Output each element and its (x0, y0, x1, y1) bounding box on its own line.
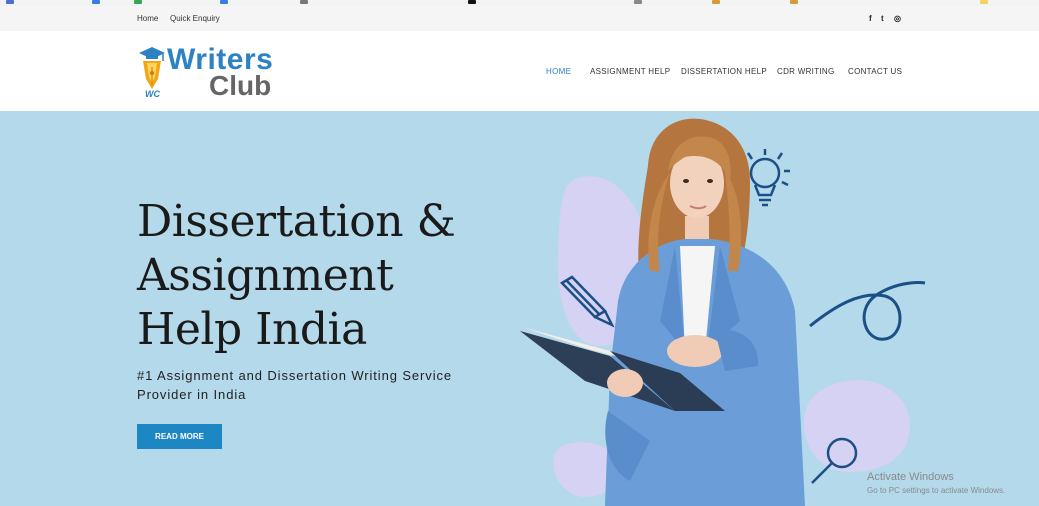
hero-headline: Dissertation & Assignment Help India (137, 195, 477, 357)
hero-banner: Dissertation & Assignment Help India #1 … (0, 111, 1039, 506)
headline-line-2: Assignment (137, 250, 394, 301)
decorative-blob (803, 379, 910, 472)
site-header: WC Writers Club HOME ASSIGNMENT HELP DIS… (0, 31, 1039, 111)
topbar-link-quick-enquiry[interactable]: Quick Enquiry (170, 14, 220, 23)
bookmark-icon[interactable] (712, 0, 720, 4)
nav-cdr-writing[interactable]: CDR WRITING (777, 67, 835, 76)
watermark-title: Activate Windows (867, 471, 954, 483)
nav-contact-us[interactable]: CONTACT US (848, 67, 902, 76)
topbar-link-home[interactable]: Home (137, 14, 158, 23)
nav-dissertation-help[interactable]: DISSERTATION HELP (681, 67, 767, 76)
headline-line-3: Help India (137, 304, 367, 355)
windows-activation-watermark: Activate Windows Go to PC settings to ac… (867, 471, 1005, 495)
lightbulb-icon (746, 149, 790, 207)
facebook-icon[interactable]: f (869, 14, 872, 23)
twitter-icon[interactable]: t (881, 14, 884, 23)
logo-monogram: WC (145, 89, 160, 99)
decorative-swirl (809, 281, 926, 341)
nav-home[interactable]: HOME (546, 67, 571, 76)
bookmark-icon[interactable] (634, 0, 642, 4)
bookmark-icon[interactable] (790, 0, 798, 4)
bookmark-icon[interactable] (134, 0, 142, 4)
bookmark-icon[interactable] (300, 0, 308, 4)
top-bar: Home Quick Enquiry f t ◎ (0, 6, 1039, 31)
hero-illustration (520, 118, 926, 506)
nav-assignment-help[interactable]: ASSIGNMENT HELP (590, 67, 670, 76)
read-more-button[interactable]: READ MORE (137, 424, 222, 449)
site-logo[interactable]: WC Writers Club (137, 43, 277, 101)
hero-subtitle: #1 Assignment and Dissertation Writing S… (137, 368, 453, 402)
headline-line-1: Dissertation & (137, 196, 456, 247)
bookmark-icon[interactable] (6, 0, 14, 4)
watermark-subtitle: Go to PC settings to activate Windows. (867, 486, 1006, 495)
bookmark-icon[interactable] (220, 0, 228, 4)
bookmark-icon[interactable] (468, 0, 476, 4)
logo-word-club: Club (209, 70, 272, 101)
instagram-icon[interactable]: ◎ (894, 14, 901, 23)
bookmark-icon[interactable] (92, 0, 100, 4)
bookmark-icon[interactable] (980, 0, 988, 4)
